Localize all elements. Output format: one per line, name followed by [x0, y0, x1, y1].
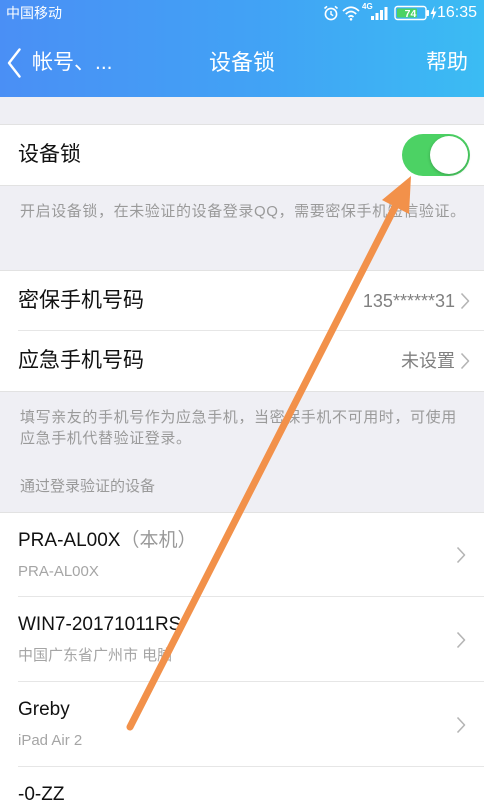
device-lock-label: 设备锁	[18, 143, 81, 166]
device-detail: iPad Air 2	[18, 732, 83, 749]
settings-content: 设备锁 开启设备锁，在未验证的设备登录QQ，需要密保手机短信验证。 密保手机号码…	[0, 97, 484, 808]
clock: 16:35	[437, 4, 478, 21]
device-lock-description: 开启设备锁，在未验证的设备登录QQ，需要密保手机短信验证。	[20, 203, 466, 220]
back-button-label: 帐号、...	[32, 51, 113, 74]
device-lock-row: 设备锁	[0, 124, 484, 186]
device-name: Greby	[18, 699, 70, 720]
emergency-phone-value: 未设置	[401, 351, 455, 371]
chevron-right-icon	[460, 352, 470, 370]
back-button[interactable]: 帐号、...	[0, 26, 150, 97]
verified-devices-header: 通过登录验证的设备	[20, 478, 156, 495]
battery-icon: 74	[394, 5, 429, 21]
device-detail: 中国广东省广州市 电脑	[18, 647, 173, 664]
wifi-icon	[342, 6, 360, 21]
toggle-knob	[430, 136, 468, 174]
status-bar: 中国移动 4G 74 16:35	[0, 0, 484, 26]
device-name: -0-ZZ	[18, 784, 65, 805]
device-row[interactable]: PRA-AL00X（本机） PRA-AL00X	[0, 512, 484, 597]
current-device-tag: （本机）	[120, 530, 197, 551]
signal-icon	[371, 7, 388, 20]
device-row[interactable]: -0-ZZ	[0, 767, 484, 808]
security-phone-row[interactable]: 密保手机号码 135******31	[0, 270, 484, 331]
emergency-phone-row[interactable]: 应急手机号码 未设置	[0, 331, 484, 392]
device-name: PRA-AL00X（本机）	[18, 529, 196, 553]
page-title: 设备锁	[208, 50, 275, 75]
device-detail: PRA-AL00X	[18, 563, 99, 580]
security-phone-value: 135******31	[362, 291, 455, 311]
chevron-left-icon	[7, 48, 21, 78]
alarm-icon	[323, 5, 339, 21]
carrier-name: 中国移动	[6, 5, 62, 21]
device-name: WIN7-20171011RS	[18, 614, 182, 635]
device-row[interactable]: Greby iPad Air 2	[0, 682, 484, 767]
chevron-right-icon	[456, 631, 466, 648]
battery-percent: 74	[405, 8, 417, 20]
app-header: 中国移动 4G 74 16:35 帐号、... 设备锁 帮助	[0, 0, 484, 97]
device-lock-toggle[interactable]	[402, 134, 470, 176]
help-button[interactable]: 帮助	[426, 50, 468, 76]
emergency-phone-label: 应急手机号码	[18, 349, 144, 372]
chevron-right-icon	[460, 292, 470, 310]
device-name-text: PRA-AL00X	[18, 530, 121, 551]
charging-icon	[430, 6, 437, 20]
security-phone-label: 密保手机号码	[18, 289, 144, 312]
chevron-right-icon	[456, 716, 466, 733]
device-row[interactable]: WIN7-20171011RS 中国广东省广州市 电脑	[0, 597, 484, 682]
chevron-right-icon	[456, 546, 466, 564]
emergency-phone-description: 填写亲友的手机号作为应急手机，当密保手机不可用时，可使用应急手机代替验证登录。	[20, 409, 457, 447]
